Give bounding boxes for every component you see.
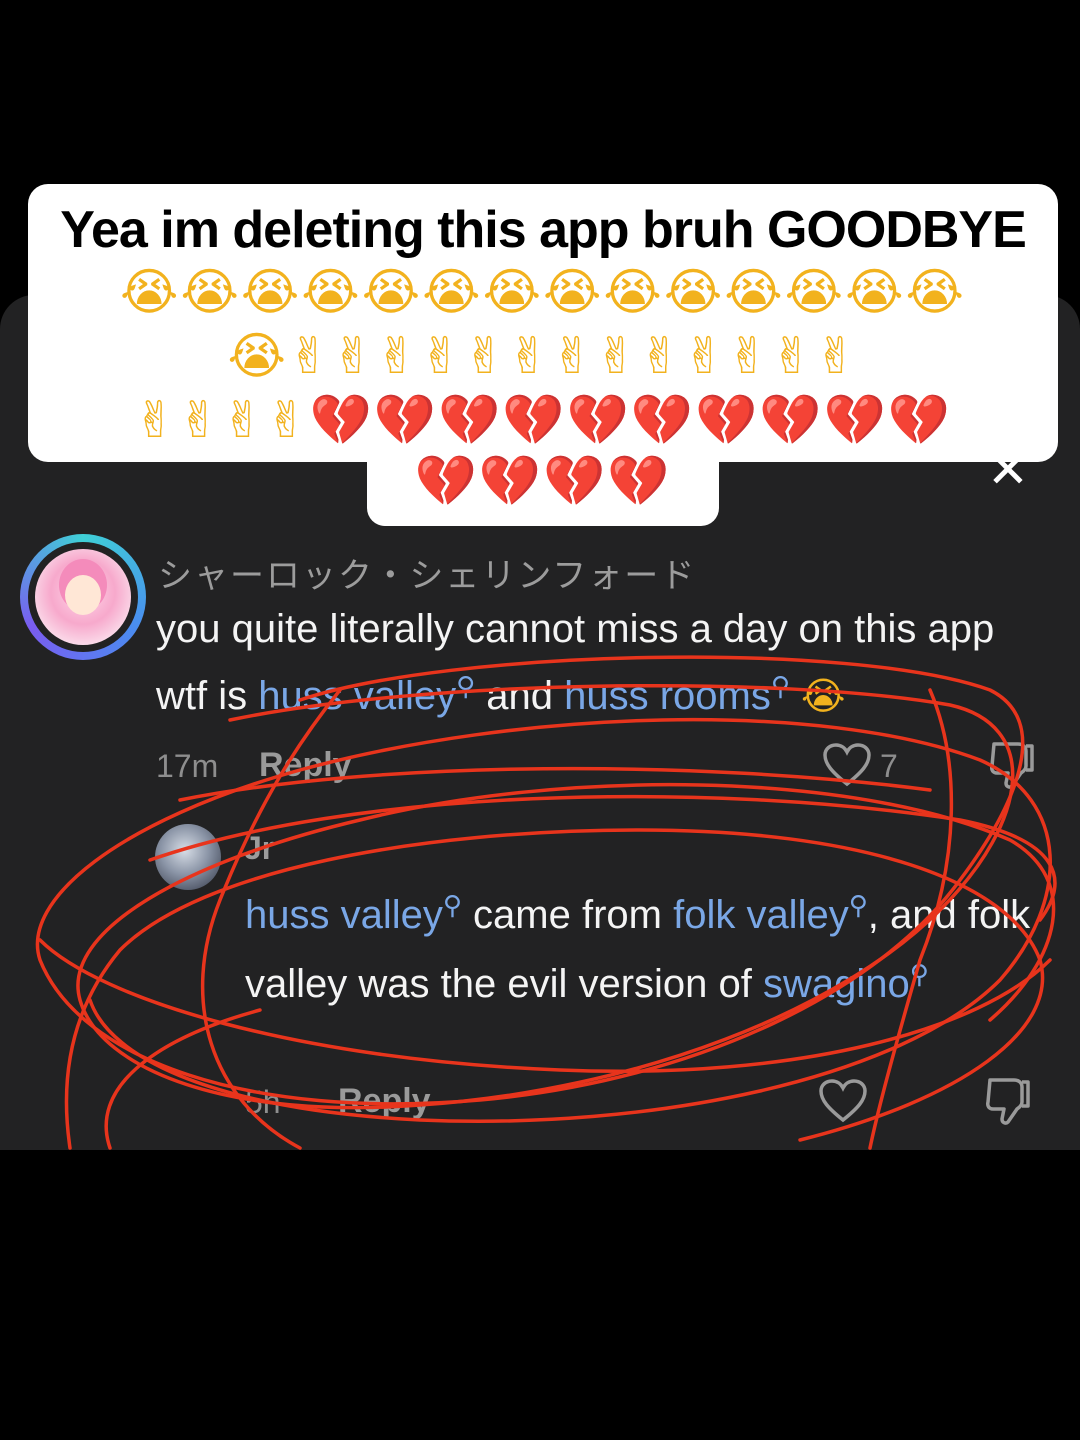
like-count: 7 <box>880 748 898 784</box>
dislike-icon[interactable] <box>984 1076 1032 1126</box>
search-link-huss-valley[interactable]: huss valley <box>258 674 456 718</box>
caption-emoji-row: 😭😭😭😭😭😭😭😭😭😭😭😭😭😭 <box>120 263 966 321</box>
caption-emoji-row: ✌✌✌✌💔💔💔💔💔💔💔💔💔💔 <box>50 388 1036 452</box>
caption-title: Yea im deleting this app bruh GOODBYE <box>60 201 1027 259</box>
search-icon[interactable]: ⚲ <box>849 891 868 921</box>
reply-text: huss valley⚲ came from folk valley⚲, and… <box>245 876 1055 1014</box>
heart-icon[interactable] <box>818 1078 868 1124</box>
comment-username[interactable]: シャーロック・シェリンフォード <box>158 548 696 597</box>
comment-text-part: and <box>475 674 565 718</box>
reply-avatar[interactable] <box>155 824 221 890</box>
overlay-caption-tail: 💔💔💔💔 <box>367 456 719 526</box>
search-icon[interactable]: ⚲ <box>443 891 462 921</box>
avatar-image <box>35 549 131 645</box>
comment-text: you quite literally cannot miss a day on… <box>156 600 1036 725</box>
search-link-huss-valley[interactable]: huss valley <box>245 893 443 937</box>
reply-button[interactable]: Reply <box>338 1082 431 1121</box>
search-icon[interactable]: ⚲ <box>910 960 929 990</box>
reply-text-part: came from <box>461 893 674 937</box>
avatar-face <box>65 575 101 615</box>
broken-heart-emojis: 💔💔💔💔 <box>414 452 672 510</box>
search-icon[interactable]: ⚲ <box>771 672 790 702</box>
avatar-frame <box>28 542 138 652</box>
close-icon[interactable]: ✕ <box>984 445 1032 495</box>
caption-emoji-row: 😭✌✌✌✌✌✌✌✌✌✌✌✌✌ <box>227 327 859 385</box>
crying-emoji: 😭 <box>801 674 846 718</box>
broken-heart-emojis: 💔💔💔💔💔💔💔💔💔💔 <box>309 391 953 449</box>
dislike-icon[interactable] <box>988 740 1036 790</box>
search-icon[interactable]: ⚲ <box>456 672 475 702</box>
reply-button[interactable]: Reply <box>259 746 352 785</box>
avatar[interactable] <box>20 534 146 660</box>
search-link-huss-rooms[interactable]: huss rooms <box>564 674 771 718</box>
comment-timestamp: 17m <box>156 748 219 784</box>
reply-username[interactable]: Jr <box>244 830 274 867</box>
heart-icon[interactable] <box>822 742 872 788</box>
peace-emojis: ✌✌✌✌ <box>133 391 310 449</box>
overlay-caption: Yea im deleting this app bruh GOODBYE 😭😭… <box>28 184 1058 462</box>
reply-timestamp: 5h <box>245 1084 281 1120</box>
search-link-swagino[interactable]: swagino <box>763 962 910 1006</box>
search-link-folk-valley[interactable]: folk valley <box>673 893 849 937</box>
